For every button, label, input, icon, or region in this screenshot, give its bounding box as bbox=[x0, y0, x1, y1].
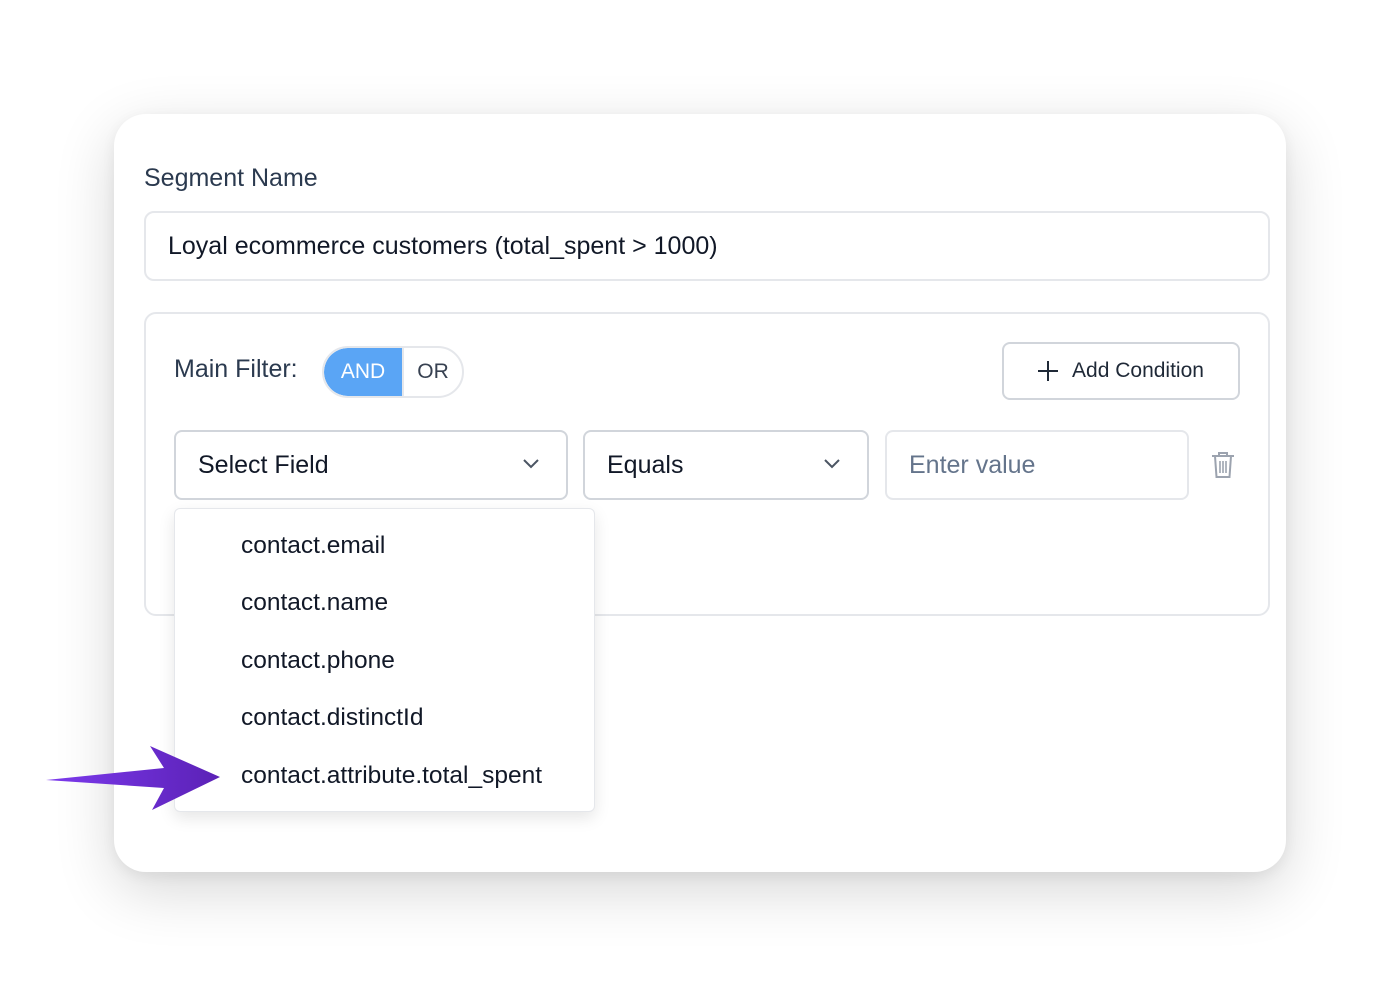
field-dropdown-menu: contact.email contact.name contact.phone… bbox=[174, 508, 595, 812]
add-condition-button[interactable]: Add Condition bbox=[1002, 342, 1240, 400]
plus-icon bbox=[1038, 361, 1059, 381]
value-input[interactable]: Enter value bbox=[885, 430, 1189, 500]
operator-select-label: Equals bbox=[607, 451, 684, 479]
toggle-and-button[interactable]: AND bbox=[324, 348, 402, 396]
chevron-down-icon bbox=[523, 459, 539, 469]
chevron-down-icon bbox=[824, 459, 840, 469]
toggle-or-button[interactable]: OR bbox=[402, 348, 462, 396]
logic-toggle: AND OR bbox=[322, 346, 464, 398]
operator-select[interactable]: Equals bbox=[583, 430, 869, 500]
segment-name-input[interactable]: Loyal ecommerce customers (total_spent >… bbox=[144, 211, 1270, 281]
trash-icon[interactable] bbox=[1210, 450, 1236, 480]
arrow-icon bbox=[46, 746, 220, 810]
field-select[interactable]: Select Field bbox=[174, 430, 568, 500]
dropdown-item[interactable]: contact.phone bbox=[241, 647, 395, 675]
main-filter-label: Main Filter: bbox=[174, 355, 298, 383]
dropdown-item[interactable]: contact.attribute.total_spent bbox=[241, 762, 542, 790]
dropdown-item[interactable]: contact.distinctId bbox=[241, 704, 423, 732]
dropdown-item[interactable]: contact.email bbox=[241, 532, 385, 560]
segment-name-label: Segment Name bbox=[144, 164, 318, 192]
field-select-label: Select Field bbox=[198, 451, 329, 479]
add-condition-label: Add Condition bbox=[1072, 359, 1204, 382]
dropdown-item[interactable]: contact.name bbox=[241, 589, 388, 617]
